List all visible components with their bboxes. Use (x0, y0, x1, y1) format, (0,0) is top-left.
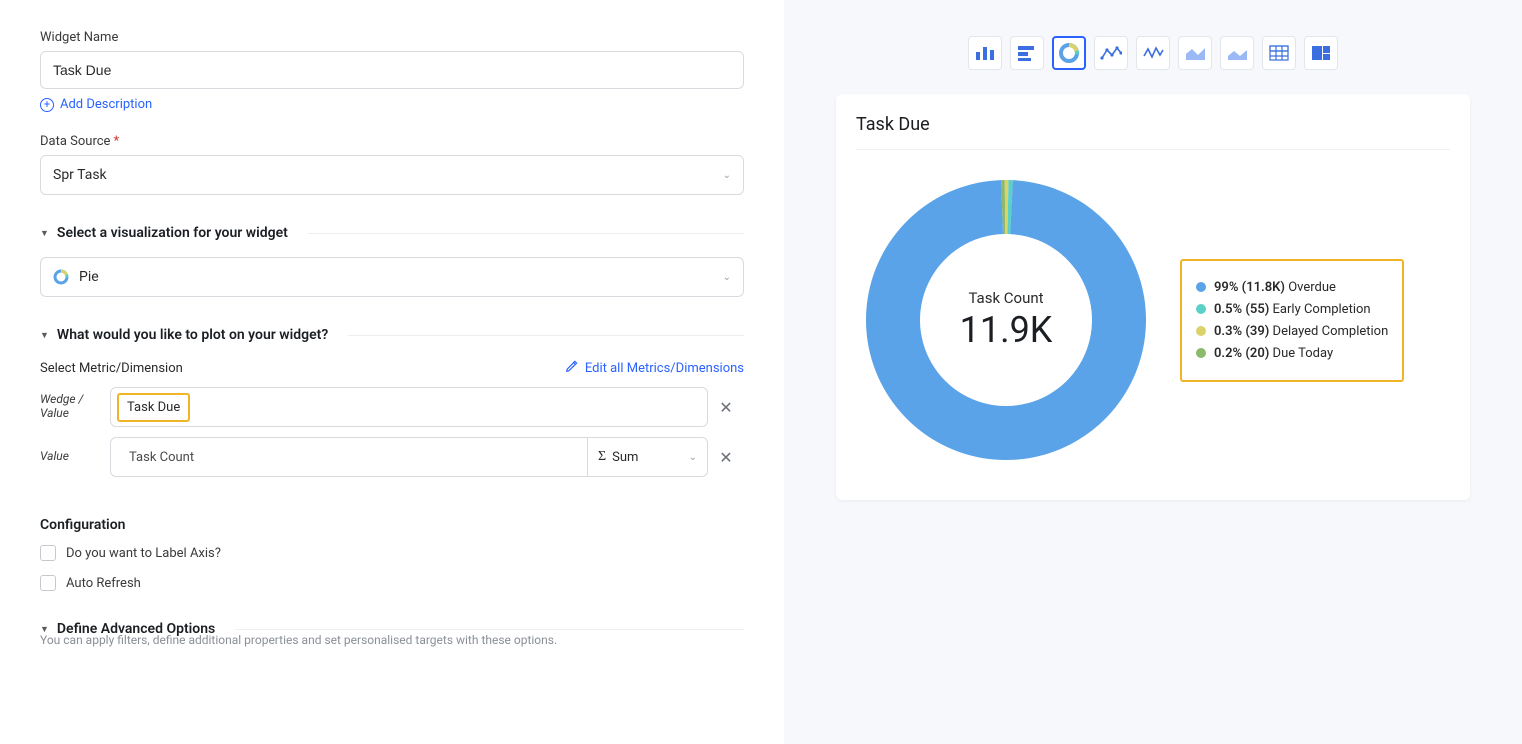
widget-preview-title: Task Due (856, 114, 1450, 150)
legend-text: 0.5% (55) Early Completion (1214, 302, 1371, 317)
stacked-area-icon[interactable] (1220, 36, 1254, 70)
caret-down-icon: ▼ (40, 228, 49, 239)
checkbox-icon (40, 575, 56, 591)
auto-refresh-text: Auto Refresh (66, 576, 141, 591)
caret-down-icon: ▼ (40, 624, 49, 635)
label-axis-checkbox[interactable]: Do you want to Label Axis? (40, 545, 744, 561)
section-plot-title: What would you like to plot on your widg… (57, 327, 328, 343)
legend-dot-icon (1196, 326, 1206, 336)
caret-down-icon: ▼ (40, 330, 49, 341)
remove-wedge-button[interactable]: ✕ (708, 398, 744, 417)
spline-chart-icon[interactable] (1136, 36, 1170, 70)
wedge-dimension-chip[interactable]: Task Due (117, 393, 190, 422)
sigma-icon: Σ (598, 449, 606, 465)
legend-dot-icon (1196, 348, 1206, 358)
visualization-select[interactable]: Pie ⌄ (40, 257, 744, 297)
value-metric-text: Task Count (123, 450, 194, 465)
column-chart-icon[interactable] (968, 36, 1002, 70)
legend-item: 0.2% (20) Due Today (1196, 346, 1388, 361)
donut-chart: Task Count 11.9K (856, 170, 1156, 470)
pie-ring-icon (53, 269, 69, 285)
data-source-select[interactable]: Spr Task ⌄ (40, 155, 744, 195)
select-metric-label: Select Metric/Dimension (40, 361, 183, 376)
value-metric-input[interactable]: Task Count Σ Sum ⌄ (110, 437, 708, 477)
configuration-heading: Configuration (40, 517, 744, 533)
wedge-dimension-input[interactable]: Task Due (110, 387, 708, 427)
area-chart-icon[interactable] (1178, 36, 1212, 70)
label-axis-text: Do you want to Label Axis? (66, 546, 221, 561)
chevron-down-icon: ⌄ (723, 272, 731, 283)
legend-text: 99% (11.8K) Overdue (1214, 280, 1336, 295)
aggregation-select[interactable]: Σ Sum ⌄ (587, 438, 707, 476)
widget-preview-card: Task Due Task Count 11.9K 99% (11.8K) Ov… (836, 94, 1470, 500)
aggregation-value: Sum (612, 450, 638, 465)
checkbox-icon (40, 545, 56, 561)
chevron-down-icon: ⌄ (689, 452, 697, 463)
wedge-value-row-label: Wedge / Value (40, 393, 110, 421)
viz-type-toolbar (804, 36, 1502, 70)
donut-center-label: Task Count (960, 289, 1053, 307)
line-chart-icon[interactable] (1094, 36, 1128, 70)
legend-item: 0.3% (39) Delayed Completion (1196, 324, 1388, 339)
section-visualization-header[interactable]: ▼ Select a visualization for your widget (40, 225, 744, 241)
widget-name-input[interactable] (40, 51, 744, 89)
legend-item: 0.5% (55) Early Completion (1196, 302, 1388, 317)
legend-dot-icon (1196, 304, 1206, 314)
chevron-down-icon: ⌄ (723, 170, 731, 181)
add-description-label: Add Description (60, 97, 152, 112)
pie-chart-icon[interactable] (1052, 36, 1086, 70)
table-chart-icon[interactable] (1262, 36, 1296, 70)
plus-circle-icon: + (40, 98, 54, 112)
add-description-link[interactable]: + Add Description (40, 97, 152, 112)
bar-chart-icon[interactable] (1010, 36, 1044, 70)
legend-text: 0.3% (39) Delayed Completion (1214, 324, 1388, 339)
treemap-chart-icon[interactable] (1304, 36, 1338, 70)
value-row-label: Value (40, 450, 110, 464)
section-visualization-title: Select a visualization for your widget (57, 225, 288, 241)
chart-legend: 99% (11.8K) Overdue 0.5% (55) Early Compl… (1180, 259, 1404, 382)
edit-all-metrics-link[interactable]: Edit all Metrics/Dimensions (565, 359, 744, 377)
section-advanced-title: Define Advanced Options (57, 621, 215, 637)
data-source-label: Data Source* (40, 134, 744, 149)
remove-value-button[interactable]: ✕ (708, 448, 744, 467)
legend-dot-icon (1196, 282, 1206, 292)
edit-all-metrics-label: Edit all Metrics/Dimensions (585, 361, 744, 376)
widget-name-label: Widget Name (40, 30, 744, 45)
data-source-value: Spr Task (53, 167, 107, 183)
auto-refresh-checkbox[interactable]: Auto Refresh (40, 575, 744, 591)
legend-text: 0.2% (20) Due Today (1214, 346, 1333, 361)
pencil-icon (565, 359, 579, 377)
visualization-value: Pie (79, 269, 99, 285)
section-plot-header[interactable]: ▼ What would you like to plot on your wi… (40, 327, 744, 343)
section-advanced-header[interactable]: ▼ Define Advanced Options (40, 621, 744, 637)
legend-item: 99% (11.8K) Overdue (1196, 280, 1388, 295)
donut-center-value: 11.9K (960, 309, 1053, 351)
